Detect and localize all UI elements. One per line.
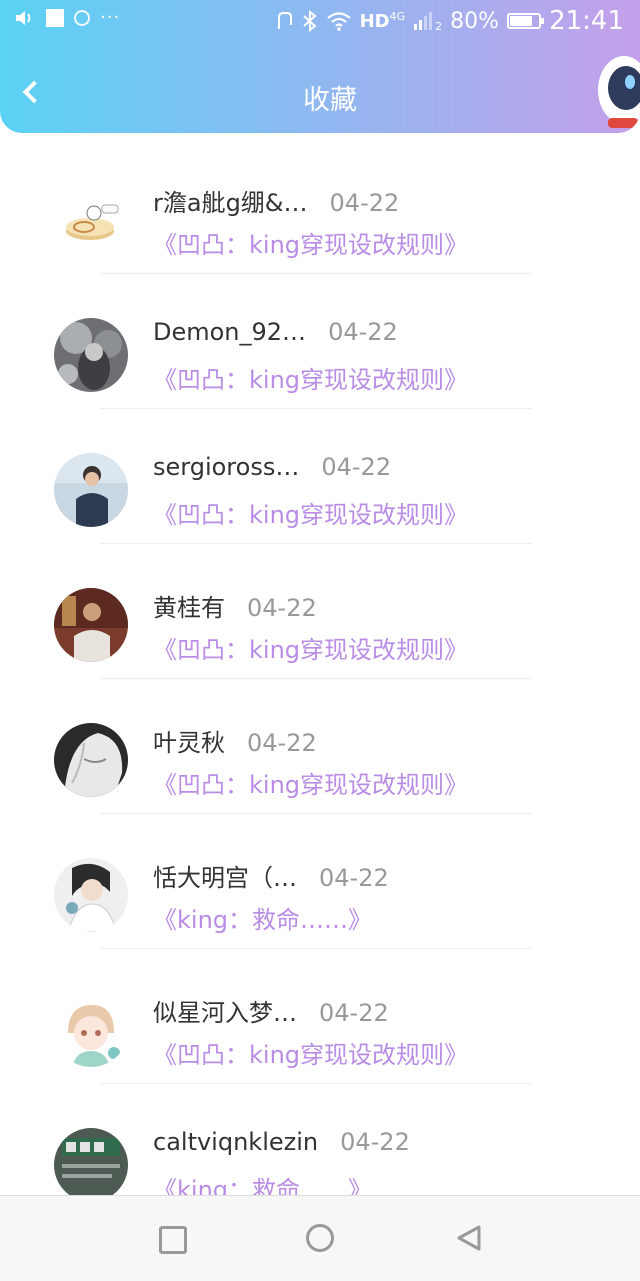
name-row: 黄桂有 04-22 [153,588,317,623]
date: 04-22 [319,999,389,1027]
list-item[interactable]: 恬大明宫（… 04-22 《king：救命……》 [0,825,640,960]
avatar[interactable] [54,993,128,1067]
divider [100,948,532,949]
avatar[interactable] [54,453,128,527]
name-row: r澹a舭g绷&… 04-22 [153,183,399,218]
favorites-list: r澹a舭g绷&… 04-22 《凹凸：king穿现设改规则》 Demon_92…… [0,150,640,1230]
status-left: ··· [14,9,120,27]
date: 04-22 [319,864,389,892]
user-name[interactable]: 叶灵秋 [153,723,225,758]
divider [100,408,532,409]
list-item[interactable]: 似星河入梦… 04-22 《凹凸：king穿现设改规则》 [0,960,640,1095]
divider [100,543,532,544]
article-title-link[interactable]: 《king：救命……》 [153,900,372,935]
article-title-link[interactable]: 《凹凸：king穿现设改规则》 [153,765,468,800]
wifi-icon [326,12,351,31]
bluetooth-icon [302,10,317,32]
battery-icon [507,13,545,29]
user-name[interactable]: 黄桂有 [153,588,225,623]
app-header: ··· HD 4G 2 80% 21:41 收藏 [0,0,640,133]
name-row: Demon_92… 04-22 [153,318,398,346]
avatar[interactable] [54,1128,128,1202]
user-name[interactable]: 恬大明宫（… [153,858,297,893]
avatar[interactable] [54,588,128,662]
list-item[interactable]: Demon_92… 04-22 《凹凸：king穿现设改规则》 [0,285,640,420]
status-right: HD 4G 2 80% 21:41 [276,6,624,36]
divider [100,678,532,679]
list-item[interactable]: sergioross… 04-22 《凹凸：king穿现设改规则》 [0,420,640,555]
user-name[interactable]: Demon_92… [153,318,306,346]
back-triangle-icon[interactable] [455,1224,483,1252]
divider [100,273,532,274]
recent-apps-icon[interactable] [159,1226,187,1254]
list-item[interactable]: r澹a舭g绷&… 04-22 《凹凸：king穿现设改规则》 [0,150,640,285]
volume-icon [16,11,31,25]
article-title-link[interactable]: 《凹凸：king穿现设改规则》 [153,495,468,530]
avatar[interactable] [54,723,128,797]
article-title-link[interactable]: 《凹凸：king穿现设改规则》 [153,630,468,665]
user-name[interactable]: sergioross… [153,453,299,481]
search-app-icon [74,10,90,26]
name-row: sergioross… 04-22 [153,453,391,481]
article-title-link[interactable]: 《凹凸：king穿现设改规则》 [153,1035,468,1070]
user-name[interactable]: 似星河入梦… [153,993,297,1028]
square-app-icon [46,9,64,27]
avatar[interactable] [54,183,128,257]
nfc-icon [277,12,292,29]
article-title-link[interactable]: 《凹凸：king穿现设改规则》 [153,225,468,260]
avatar[interactable] [54,318,128,392]
user-name[interactable]: r澹a舭g绷&… [153,183,308,218]
date: 04-22 [329,189,400,217]
avatar[interactable] [54,858,128,932]
name-row: 似星河入梦… 04-22 [153,993,389,1028]
list-item[interactable]: 叶灵秋 04-22 《凹凸：king穿现设改规则》 [0,690,640,825]
system-nav-bar [0,1195,640,1281]
battery-percent: 80% [450,8,500,34]
sim-slot: 2 [435,19,443,33]
date: 04-22 [247,594,317,622]
network-gen: 4G [389,9,406,23]
network-type: HD [359,10,390,32]
name-row: 叶灵秋 04-22 [153,723,317,758]
date: 04-22 [321,453,392,481]
clock: 21:41 [549,6,624,36]
divider [100,1083,532,1084]
user-name[interactable]: caltviqnklezin [153,1128,318,1156]
name-row: caltviqnklezin 04-22 [153,1128,410,1156]
date: 04-22 [328,318,398,346]
page-title: 收藏 [303,85,357,116]
astronaut-mascot-icon[interactable] [594,48,640,130]
date: 04-22 [340,1128,410,1156]
home-icon[interactable] [306,1224,334,1252]
status-bar: ··· HD 4G 2 80% 21:41 [0,0,640,44]
list-item[interactable]: 黄桂有 04-22 《凹凸：king穿现设改规则》 [0,555,640,690]
more-dots-icon: ··· [100,7,121,28]
article-title-link[interactable]: 《凹凸：king穿现设改规则》 [153,360,468,395]
signal-icon [414,12,433,30]
divider [100,813,532,814]
name-row: 恬大明宫（… 04-22 [153,858,389,893]
date: 04-22 [247,729,317,757]
